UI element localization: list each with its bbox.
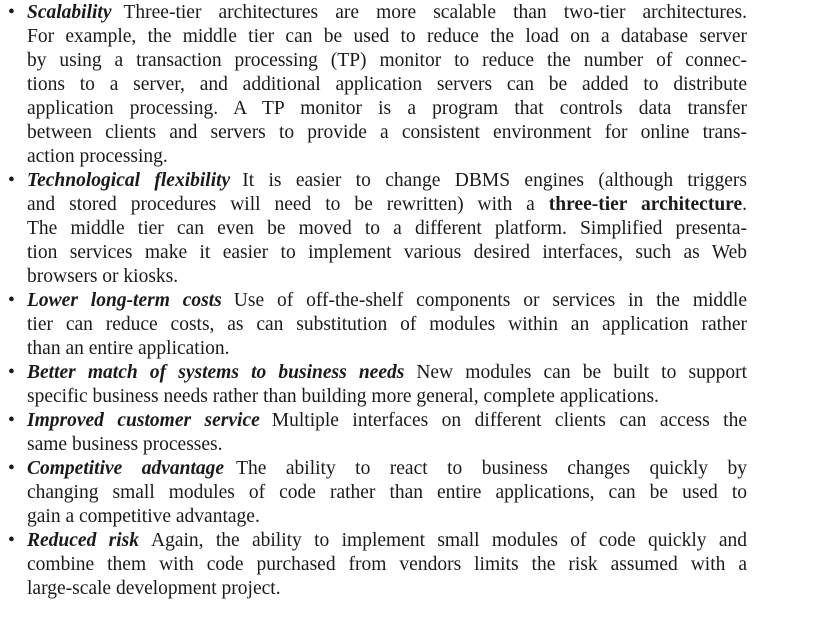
bullet-icon: • bbox=[8, 410, 15, 431]
term-label: Lower long-term costs bbox=[27, 290, 222, 311]
text-line-content: and stored procedures will need to be re… bbox=[27, 194, 549, 215]
text-line: than an entire application. bbox=[27, 338, 230, 359]
text-line-content: Multiple interfaces on different clients… bbox=[271, 410, 747, 431]
bullet-icon: • bbox=[8, 530, 15, 551]
text-line: Improved customer service Multiple interf… bbox=[27, 409, 747, 433]
term-label: Reduced risk bbox=[27, 530, 139, 551]
text-line: same business processes. bbox=[27, 434, 223, 455]
text-line: For example, the middle tier can be used… bbox=[27, 26, 747, 47]
text-line: between clients and servers to provide a… bbox=[27, 122, 747, 143]
bullet-icon: • bbox=[8, 290, 15, 311]
text-line: The middle tier can even be moved to a d… bbox=[27, 218, 747, 239]
text-line: Technological flexibility It is easier to… bbox=[27, 169, 747, 193]
term-label: Scalability bbox=[27, 2, 112, 23]
text-line: Competitive advantage The ability to reac… bbox=[27, 457, 747, 481]
text-line-content: It is easier to change DBMS engines (alt… bbox=[242, 170, 747, 191]
document-page: • Scalability Three-tier architectures ar… bbox=[0, 0, 821, 627]
text-line-content: New modules can be built to support bbox=[416, 362, 747, 383]
text-line-content: Use of off-the-shelf components or servi… bbox=[233, 290, 747, 311]
bullet-icon: • bbox=[8, 2, 15, 23]
text-line: tion services make it easier to implemen… bbox=[27, 242, 747, 263]
text-line: changing small modules of code rather th… bbox=[27, 482, 747, 503]
text-line-content: Three-tier architectures are more scalab… bbox=[123, 2, 748, 23]
text-line: Lower long-term costs Use of off-the-shel… bbox=[27, 289, 747, 313]
text-line-content: The ability to react to business changes… bbox=[236, 458, 747, 479]
bullet-icon: • bbox=[8, 362, 15, 383]
bold-term: three-tier architecture bbox=[548, 194, 743, 215]
text-line: action processing. bbox=[27, 146, 168, 167]
text-line: large-scale development project. bbox=[27, 578, 281, 599]
text-line: by using a transaction processing (TP) m… bbox=[27, 50, 747, 71]
text-line: Scalability Three-tier architectures are … bbox=[27, 1, 747, 25]
text-line: tier can reduce costs, as can substituti… bbox=[27, 314, 747, 335]
text-line: tions to a server, and additional applic… bbox=[27, 74, 747, 95]
text-line-content: . bbox=[742, 194, 747, 215]
text-line: browsers or kiosks. bbox=[27, 266, 179, 287]
bullet-icon: • bbox=[8, 170, 15, 191]
text-line: Better match of systems to business need… bbox=[27, 361, 747, 385]
text-line: application processing. A TP monitor is … bbox=[27, 98, 747, 119]
term-label: Better match of systems to business need… bbox=[27, 362, 405, 383]
text-line: and stored procedures will need to be re… bbox=[27, 193, 747, 217]
term-label: Improved customer service bbox=[27, 410, 260, 431]
text-line: gain a competitive advantage. bbox=[27, 506, 260, 527]
text-line: combine them with code purchased from ve… bbox=[27, 554, 747, 575]
term-label: Competitive advantage bbox=[27, 458, 225, 479]
text-line-content: Again, the ability to implement small mo… bbox=[150, 530, 747, 551]
term-label: Technological flexibility bbox=[27, 170, 231, 191]
text-line: Reduced risk Again, the ability to implem… bbox=[27, 529, 747, 553]
bullet-icon: • bbox=[8, 458, 15, 479]
text-line: specific business needs rather than buil… bbox=[27, 386, 659, 407]
